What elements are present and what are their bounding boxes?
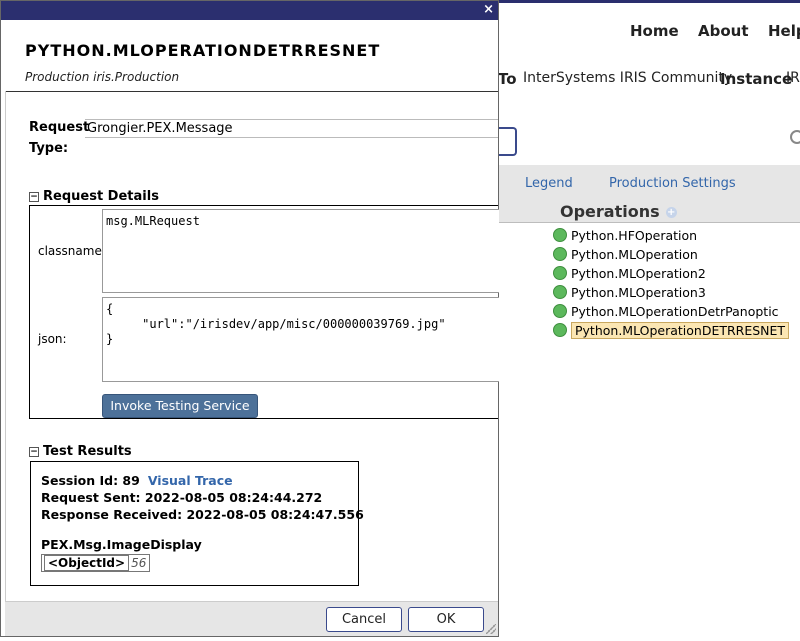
test-dialog: × PYTHON.MLOPERATIONDETRRESNET Productio…	[0, 0, 499, 637]
classname-textarea[interactable]: msg.MLRequest	[102, 209, 499, 293]
status-dot-icon	[553, 266, 567, 280]
collapse-icon[interactable]: −	[29, 447, 39, 457]
nav-home-link[interactable]: Home	[630, 22, 679, 40]
object-id-value: 56	[131, 556, 147, 570]
instance-label: Instance	[720, 70, 793, 88]
nav-about-link[interactable]: About	[698, 22, 749, 40]
operation-item[interactable]: Python.MLOperation	[553, 246, 698, 264]
status-dot-icon	[553, 247, 567, 261]
operation-item[interactable]: Python.MLOperation3	[553, 284, 706, 302]
divider	[5, 91, 498, 92]
divider	[5, 91, 6, 604]
request-type-label: Request	[29, 120, 90, 135]
request-type-label-2: Type:	[29, 141, 69, 156]
dialog-subtitle: Production iris.Production	[25, 70, 180, 84]
production-settings-link[interactable]: Production Settings	[609, 176, 736, 191]
close-icon[interactable]: ×	[483, 1, 494, 19]
invoke-testing-service-button[interactable]: Invoke Testing Service	[102, 394, 258, 418]
test-results-heading[interactable]: − Test Results	[29, 444, 132, 459]
cancel-button[interactable]: Cancel	[326, 607, 402, 632]
collapse-icon[interactable]: −	[29, 192, 39, 202]
message-class: PEX.Msg.ImageDisplay	[41, 537, 202, 552]
ok-button[interactable]: OK	[408, 607, 484, 632]
dialog-titlebar[interactable]: ×	[1, 1, 498, 20]
session-id: Session Id: 89 Visual Trace	[41, 473, 233, 488]
status-dot-icon	[553, 285, 567, 299]
json-label: json:	[38, 332, 67, 346]
operation-item[interactable]: Python.MLOperation2	[553, 265, 706, 283]
search-icon[interactable]	[790, 130, 800, 144]
request-sent: Request Sent: 2022-08-05 08:24:44.272	[41, 490, 323, 505]
json-textarea[interactable]: { "url":"/irisdev/app/misc/000000039769.…	[102, 297, 499, 382]
dialog-footer: Cancel OK	[5, 601, 498, 636]
request-details-heading[interactable]: − Request Details	[29, 189, 159, 204]
status-dot-icon	[553, 323, 567, 337]
legend-link[interactable]: Legend	[525, 176, 573, 191]
to-label: To	[498, 70, 517, 88]
instance-value: IRIS	[786, 70, 800, 86]
object-id-key: <ObjectId>	[44, 555, 130, 571]
test-results-panel: Session Id: 89 Visual Trace Request Sent:…	[30, 461, 364, 586]
request-type-value: Grongier.PEX.Message	[85, 119, 498, 138]
nav-help-link[interactable]: Help	[768, 22, 800, 40]
response-received: Response Received: 2022-08-05 08:24:47.5…	[41, 507, 364, 522]
request-details-panel: classname: msg.MLRequest json: { "url":"…	[29, 205, 499, 419]
operation-item-selected[interactable]: Python.MLOperationDETRRESNET	[553, 322, 790, 340]
visual-trace-link[interactable]: Visual Trace	[148, 473, 233, 488]
status-dot-icon	[553, 228, 567, 242]
object-id-field: <ObjectId> 56	[41, 554, 151, 572]
operation-item[interactable]: Python.MLOperationDetrPanoptic	[553, 303, 779, 321]
classname-label: classname:	[38, 244, 106, 258]
to-value: InterSystems IRIS Community	[523, 70, 733, 86]
status-dot-icon	[553, 304, 567, 318]
operation-item[interactable]: Python.HFOperation	[553, 227, 697, 245]
dialog-title: PYTHON.MLOPERATIONDETRRESNET	[25, 41, 381, 60]
resize-grip-icon[interactable]	[486, 624, 496, 634]
add-operation-icon[interactable]: +	[665, 207, 677, 218]
operations-heading: Operations +	[560, 202, 677, 221]
